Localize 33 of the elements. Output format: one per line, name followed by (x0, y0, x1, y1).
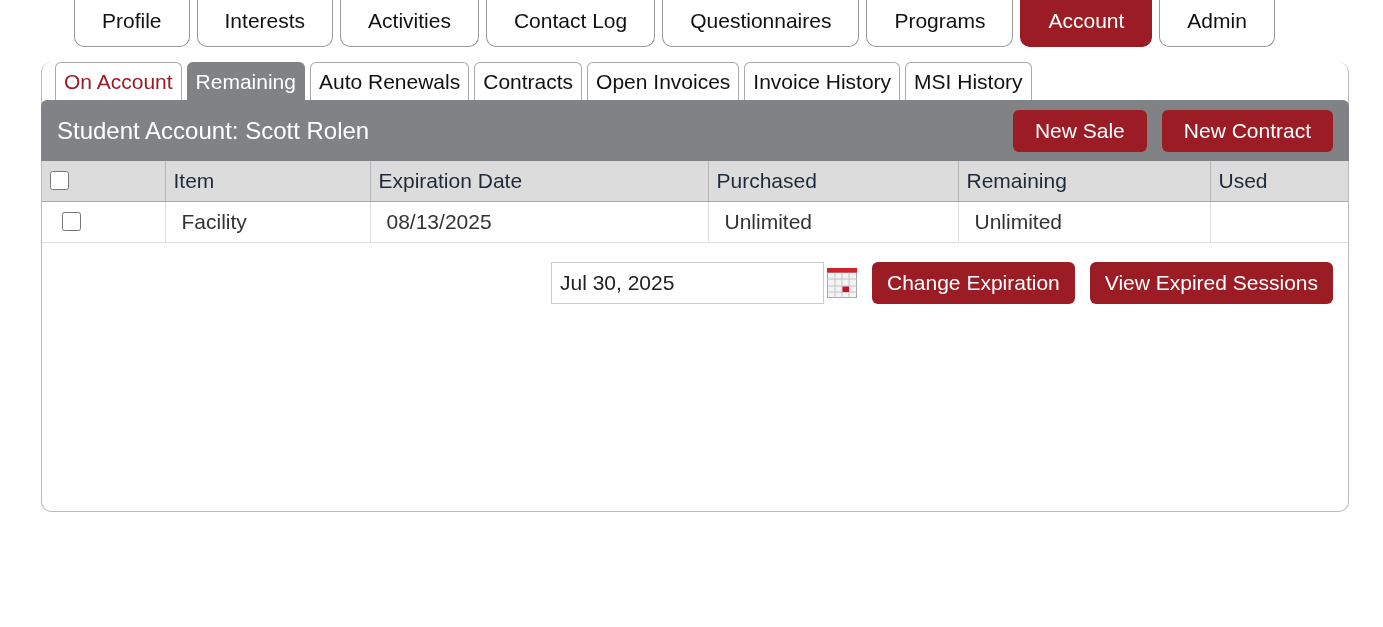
nav-tab[interactable]: Programs (866, 0, 1014, 47)
nav-tab[interactable]: Interests (196, 0, 334, 47)
table-cell: 08/13/2025 (386, 209, 492, 234)
nav-tab[interactable]: Questionnaires (662, 0, 860, 47)
subsection-tab[interactable]: Auto Renewals (309, 62, 470, 100)
subsection-tab[interactable]: MSI History (905, 62, 1032, 100)
panel-title: Student Account: Scott Rolen (57, 116, 370, 145)
column-header[interactable]: Used (1218, 168, 1268, 193)
nav-tab[interactable]: Admin (1159, 0, 1275, 47)
subsection-tab[interactable]: Invoice History (744, 62, 901, 100)
column-header[interactable]: Remaining (966, 168, 1067, 193)
action-button[interactable]: View Expired Sessions (1089, 261, 1333, 304)
date-field[interactable]: Jul 30, 2025 (551, 261, 824, 304)
row-checkbox[interactable] (62, 212, 81, 231)
action-button[interactable]: New Sale (1012, 109, 1147, 152)
action-button[interactable]: New Contract (1161, 109, 1333, 152)
column-header[interactable]: Item (173, 168, 215, 193)
table-cell: Unlimited (724, 209, 813, 234)
calendar-icon[interactable] (827, 267, 857, 298)
table-cell: Facility (181, 209, 247, 234)
table-cell: Unlimited (974, 209, 1063, 234)
nav-tab[interactable]: Account (1020, 0, 1153, 47)
subsection-tab[interactable]: Remaining (186, 62, 305, 100)
action-button[interactable]: Change Expiration (872, 261, 1075, 304)
column-header[interactable]: Purchased (716, 168, 817, 193)
subsection-tab[interactable]: On Account (55, 62, 182, 100)
subsection-tab[interactable]: Open Invoices (587, 62, 740, 100)
select-all-checkbox[interactable] (50, 171, 69, 191)
column-header[interactable]: Expiration Date (378, 168, 523, 193)
nav-tab[interactable]: Contact Log (485, 0, 656, 47)
subsection-tab[interactable]: Contracts (474, 62, 583, 100)
nav-tab[interactable]: Profile (74, 0, 190, 47)
nav-tab[interactable]: Activities (340, 0, 479, 47)
